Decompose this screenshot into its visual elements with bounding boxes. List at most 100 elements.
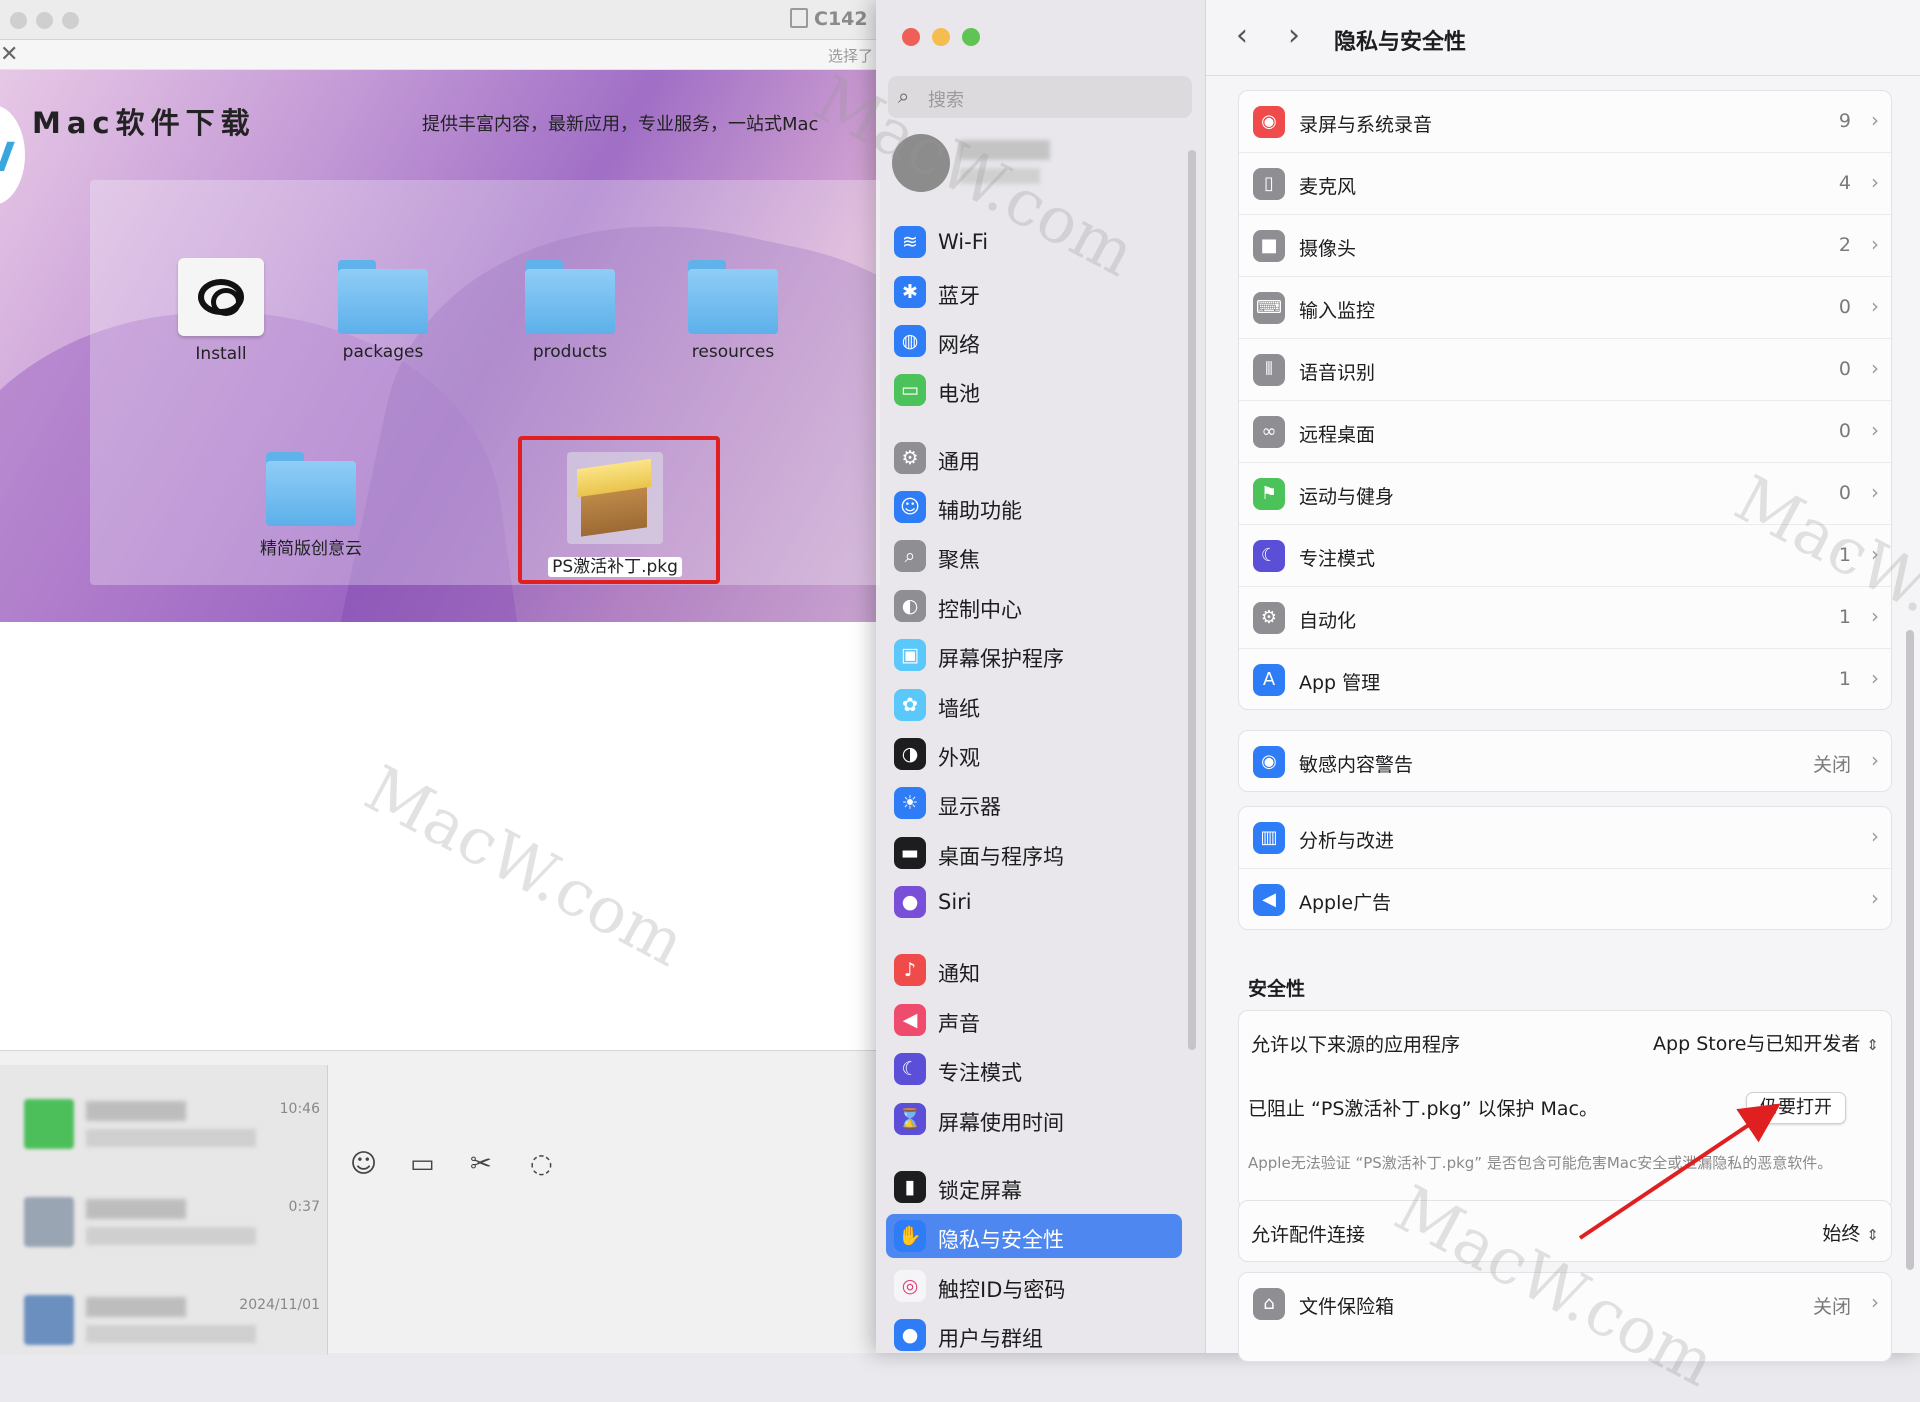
chat-app-window: 10:46 0:37 2024/11/01 ☺ ▭ ✂ ◌: [0, 1050, 880, 1355]
privacy-row[interactable]: ▯ 麦克风 4 ›: [1239, 153, 1893, 215]
privacy-row[interactable]: A App 管理 1 ›: [1239, 649, 1893, 711]
chevron-right-icon: ›: [1871, 886, 1879, 910]
resources-folder-item[interactable]: resources: [648, 260, 818, 362]
folder-icon: [266, 452, 356, 526]
emoji-icon[interactable]: ☺: [350, 1149, 377, 1179]
sidebar-item[interactable]: ⚙ 通用: [886, 436, 1182, 480]
minimize-window-button[interactable]: [36, 12, 53, 29]
privacy-row[interactable]: ⦀ 语音识别 0 ›: [1239, 339, 1893, 401]
sidebar-item[interactable]: ✿ 墙纸: [886, 683, 1182, 727]
sidebar-item-label: 专注模式: [938, 1061, 1022, 1085]
sensitive-content-group: ◉ 敏感内容警告 关闭 ›: [1238, 730, 1892, 792]
pane-toolbar: ‹ › 隐私与安全性: [1206, 0, 1920, 76]
chat-bubble-icon[interactable]: ◌: [530, 1149, 553, 1179]
close-window-button[interactable]: [902, 28, 920, 46]
sidebar-item-label: 隐私与安全性: [938, 1228, 1064, 1252]
moon-icon: ☾: [894, 1053, 926, 1085]
sidebar-item[interactable]: ☺ 辅助功能: [886, 485, 1182, 529]
forward-chevron-icon[interactable]: ›: [1288, 18, 1300, 53]
chat-time: 2024/11/01: [239, 1297, 320, 1313]
scissors-icon[interactable]: ✂: [470, 1149, 492, 1179]
chat-list-item[interactable]: 0:37: [20, 1191, 320, 1261]
privacy-row-label: 专注模式: [1299, 548, 1376, 570]
privacy-row-count: 4: [1838, 172, 1851, 194]
chevron-right-icon: ›: [1871, 666, 1879, 690]
analytics-row[interactable]: ▥ 分析与改进 ›: [1239, 807, 1893, 869]
folder-icon[interactable]: ▭: [410, 1149, 435, 1179]
sidebar-item[interactable]: ▬ 桌面与程序坞: [886, 831, 1182, 875]
chevron-right-icon: ›: [1871, 294, 1879, 318]
blocked-app-description: Apple无法验证 “PS激活补丁.pkg” 是否包含可能危害Mac安全或泄漏隐…: [1248, 1154, 1833, 1172]
search-field[interactable]: ⌕ 搜索: [888, 76, 1192, 118]
accessories-popup[interactable]: 始终 ⇕: [1822, 1219, 1879, 1246]
hand-icon: ✋: [894, 1220, 926, 1252]
eye-icon: ◉: [1253, 746, 1285, 778]
globe-icon: ◍: [894, 325, 926, 357]
zoom-window-button[interactable]: [62, 12, 79, 29]
pane-scrollbar[interactable]: [1906, 630, 1914, 1270]
privacy-row-label: 录屏与系统录音: [1299, 114, 1433, 136]
lite-creative-cloud-folder-item[interactable]: 精简版创意云: [226, 452, 396, 559]
sidebar-item[interactable]: ✋ 隐私与安全性: [886, 1214, 1182, 1258]
sidebar-item[interactable]: ⌛ 屏幕使用时间: [886, 1097, 1182, 1141]
sidebar-item[interactable]: ◑ 外观: [886, 732, 1182, 776]
allow-apps-popup[interactable]: App Store与已知开发者 ⇕: [1653, 1029, 1879, 1056]
sidebar-item-label: 电池: [938, 382, 980, 406]
sidebar-item[interactable]: ● Siri: [886, 880, 1182, 924]
install-app-item[interactable]: Install: [136, 258, 306, 364]
brand-tagline: 提供丰富内容，最新应用，专业服务，一站式Mac: [422, 114, 819, 135]
sidebar-item[interactable]: ▣ 屏幕保护程序: [886, 633, 1182, 677]
close-icon[interactable]: ✕: [0, 42, 18, 67]
speaker-icon: ◀: [894, 1004, 926, 1036]
sidebar-item[interactable]: ⌕ 聚焦: [886, 534, 1182, 578]
sidebar-item[interactable]: ▮ 锁定屏幕: [886, 1165, 1182, 1209]
sensitive-content-row[interactable]: ◉ 敏感内容警告 关闭 ›: [1239, 731, 1893, 793]
highlight-box: [518, 436, 720, 584]
privacy-row[interactable]: ⌨ 输入监控 0 ›: [1239, 277, 1893, 339]
sidebar-item[interactable]: ◐ 控制中心: [886, 584, 1182, 628]
sidebar-item[interactable]: ✱ 蓝牙: [886, 270, 1182, 314]
sidebar-item[interactable]: ◎ 触控ID与密码: [886, 1264, 1182, 1308]
disk-image-icon: [790, 8, 808, 28]
moon-icon: ☾: [1253, 540, 1285, 572]
chevron-right-icon: ›: [1871, 356, 1879, 380]
gears-icon: ⚙: [1253, 602, 1285, 634]
open-anyway-button[interactable]: 仍要打开: [1746, 1092, 1846, 1124]
sidebar-item[interactable]: ◍ 网络: [886, 319, 1182, 363]
sidebar-item-label: 控制中心: [938, 598, 1022, 622]
zoom-window-button[interactable]: [962, 28, 980, 46]
packages-folder-item[interactable]: packages: [298, 260, 468, 362]
products-folder-item[interactable]: products: [485, 260, 655, 362]
sidebar-item[interactable]: ☀ 显示器: [886, 781, 1182, 825]
privacy-row-label: 麦克风: [1299, 176, 1357, 198]
privacy-row[interactable]: ∞ 远程桌面 0 ›: [1239, 401, 1893, 463]
privacy-row[interactable]: ⚙ 自动化 1 ›: [1239, 587, 1893, 649]
wallpaper-icon: ✿: [894, 689, 926, 721]
brand-logo: V: [0, 105, 25, 205]
close-window-button[interactable]: [10, 12, 27, 29]
dock-icon: ▬: [894, 837, 926, 869]
sidebar-item-label: 蓝牙: [938, 284, 980, 308]
chat-list-item[interactable]: 2024/11/01: [20, 1289, 320, 1359]
fitness-icon: ⚑: [1253, 478, 1285, 510]
chevron-right-icon: ›: [1871, 108, 1879, 132]
minimize-window-button[interactable]: [932, 28, 950, 46]
back-chevron-icon[interactable]: ‹: [1236, 18, 1248, 53]
sidebar-item[interactable]: ▭ 电池: [886, 368, 1182, 412]
apple-ads-row[interactable]: ◀ Apple广告 ›: [1239, 869, 1893, 931]
brand-title: Mac软件下载: [32, 106, 256, 140]
privacy-row[interactable]: ■ 摄像头 2 ›: [1239, 215, 1893, 277]
sidebar-item[interactable]: ♪ 通知: [886, 948, 1182, 992]
chevron-right-icon: ›: [1871, 1290, 1879, 1314]
sidebar-item[interactable]: ● 用户与群组: [886, 1313, 1182, 1357]
privacy-row[interactable]: ◉ 录屏与系统录音 9 ›: [1239, 91, 1893, 153]
sidebar-item-label: 锁定屏幕: [938, 1179, 1022, 1203]
sidebar-item[interactable]: ◀ 声音: [886, 998, 1182, 1042]
appearance-icon: ◑: [894, 738, 926, 770]
microphone-icon: ▯: [1253, 168, 1285, 200]
privacy-row-label: App 管理: [1299, 672, 1381, 694]
screen-record-icon: ◉: [1253, 106, 1285, 138]
sidebar-item[interactable]: ☾ 专注模式: [886, 1047, 1182, 1091]
chat-list-item[interactable]: 10:46: [20, 1093, 320, 1163]
sidebar-scrollbar[interactable]: [1188, 150, 1196, 1050]
